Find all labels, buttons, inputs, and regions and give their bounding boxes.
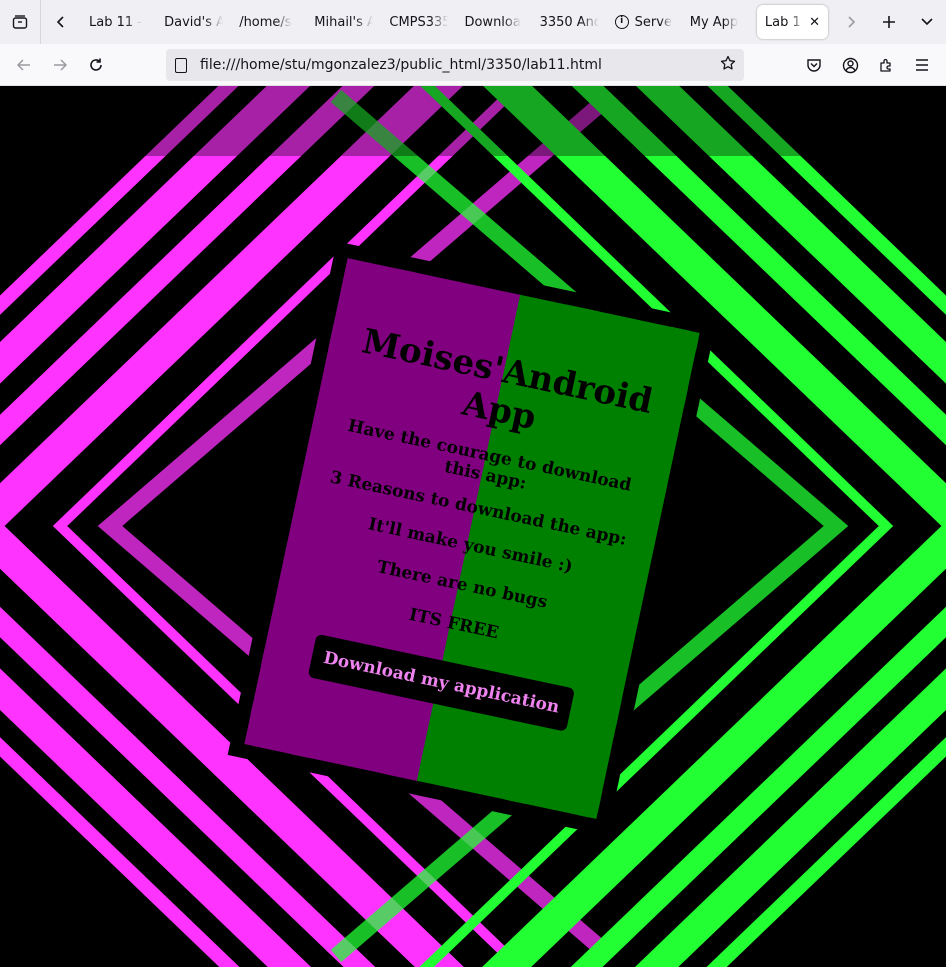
close-icon[interactable]: ✕ <box>809 15 820 30</box>
chevron-down-icon[interactable] <box>908 0 946 44</box>
reload-icon[interactable] <box>78 49 114 81</box>
page-viewport: Moises'Android App Have the courage to d… <box>0 86 946 967</box>
tab[interactable]: Mihail's A <box>306 5 381 39</box>
tab-label: Serve <box>634 14 672 30</box>
chevron-left-icon[interactable] <box>41 0 81 44</box>
tab[interactable]: CMPS335 <box>381 5 456 39</box>
info-icon: i <box>614 15 629 29</box>
tab-label: Lab 11 <box>764 14 803 30</box>
url-bar[interactable]: file:///home/stu/mgonzalez3/public_html/… <box>166 49 744 81</box>
tab-label: My App <box>689 14 739 30</box>
tab-label: David's A <box>164 14 224 30</box>
tab[interactable]: Lab 11 - <box>81 5 156 39</box>
tab-label: Mihail's A <box>314 14 374 30</box>
tab-label: CMPS335 <box>389 14 449 30</box>
tab[interactable]: Downloa <box>456 5 531 39</box>
pocket-icon[interactable] <box>796 49 832 81</box>
tab-bar: Lab 11 - David's A /home/s Mihail's A CM… <box>0 0 946 44</box>
nav-bar: file:///home/stu/mgonzalez3/public_html/… <box>0 44 946 86</box>
tab-label: 3350 And <box>539 14 599 30</box>
tab-active[interactable]: Lab 11 ✕ <box>756 5 829 39</box>
toolbar-icons <box>796 49 940 81</box>
tab-label: Lab 11 - <box>89 14 142 30</box>
arrow-left-icon[interactable] <box>6 49 42 81</box>
account-icon[interactable] <box>832 49 868 81</box>
tab-strip: Lab 11 - David's A /home/s Mihail's A CM… <box>81 0 832 44</box>
chevron-right-icon[interactable] <box>832 0 870 44</box>
tab[interactable]: David's A <box>156 5 231 39</box>
plus-icon[interactable] <box>870 0 908 44</box>
tab[interactable]: My App <box>682 5 753 39</box>
tab-list-icon[interactable] <box>0 0 40 44</box>
star-icon[interactable] <box>712 55 744 76</box>
tab-label: Downloa <box>464 14 521 30</box>
tab-label: /home/s <box>239 14 292 30</box>
arrow-right-icon[interactable] <box>42 49 78 81</box>
document-icon <box>175 57 187 73</box>
tab[interactable]: i Serve <box>607 5 682 39</box>
hamburger-menu-icon[interactable] <box>904 49 940 81</box>
tab[interactable]: /home/s <box>231 5 306 39</box>
tabbar-controls <box>832 0 946 44</box>
extensions-icon[interactable] <box>868 49 904 81</box>
url-text[interactable]: file:///home/stu/mgonzalez3/public_html/… <box>200 57 712 73</box>
tab[interactable]: 3350 And <box>532 5 607 39</box>
